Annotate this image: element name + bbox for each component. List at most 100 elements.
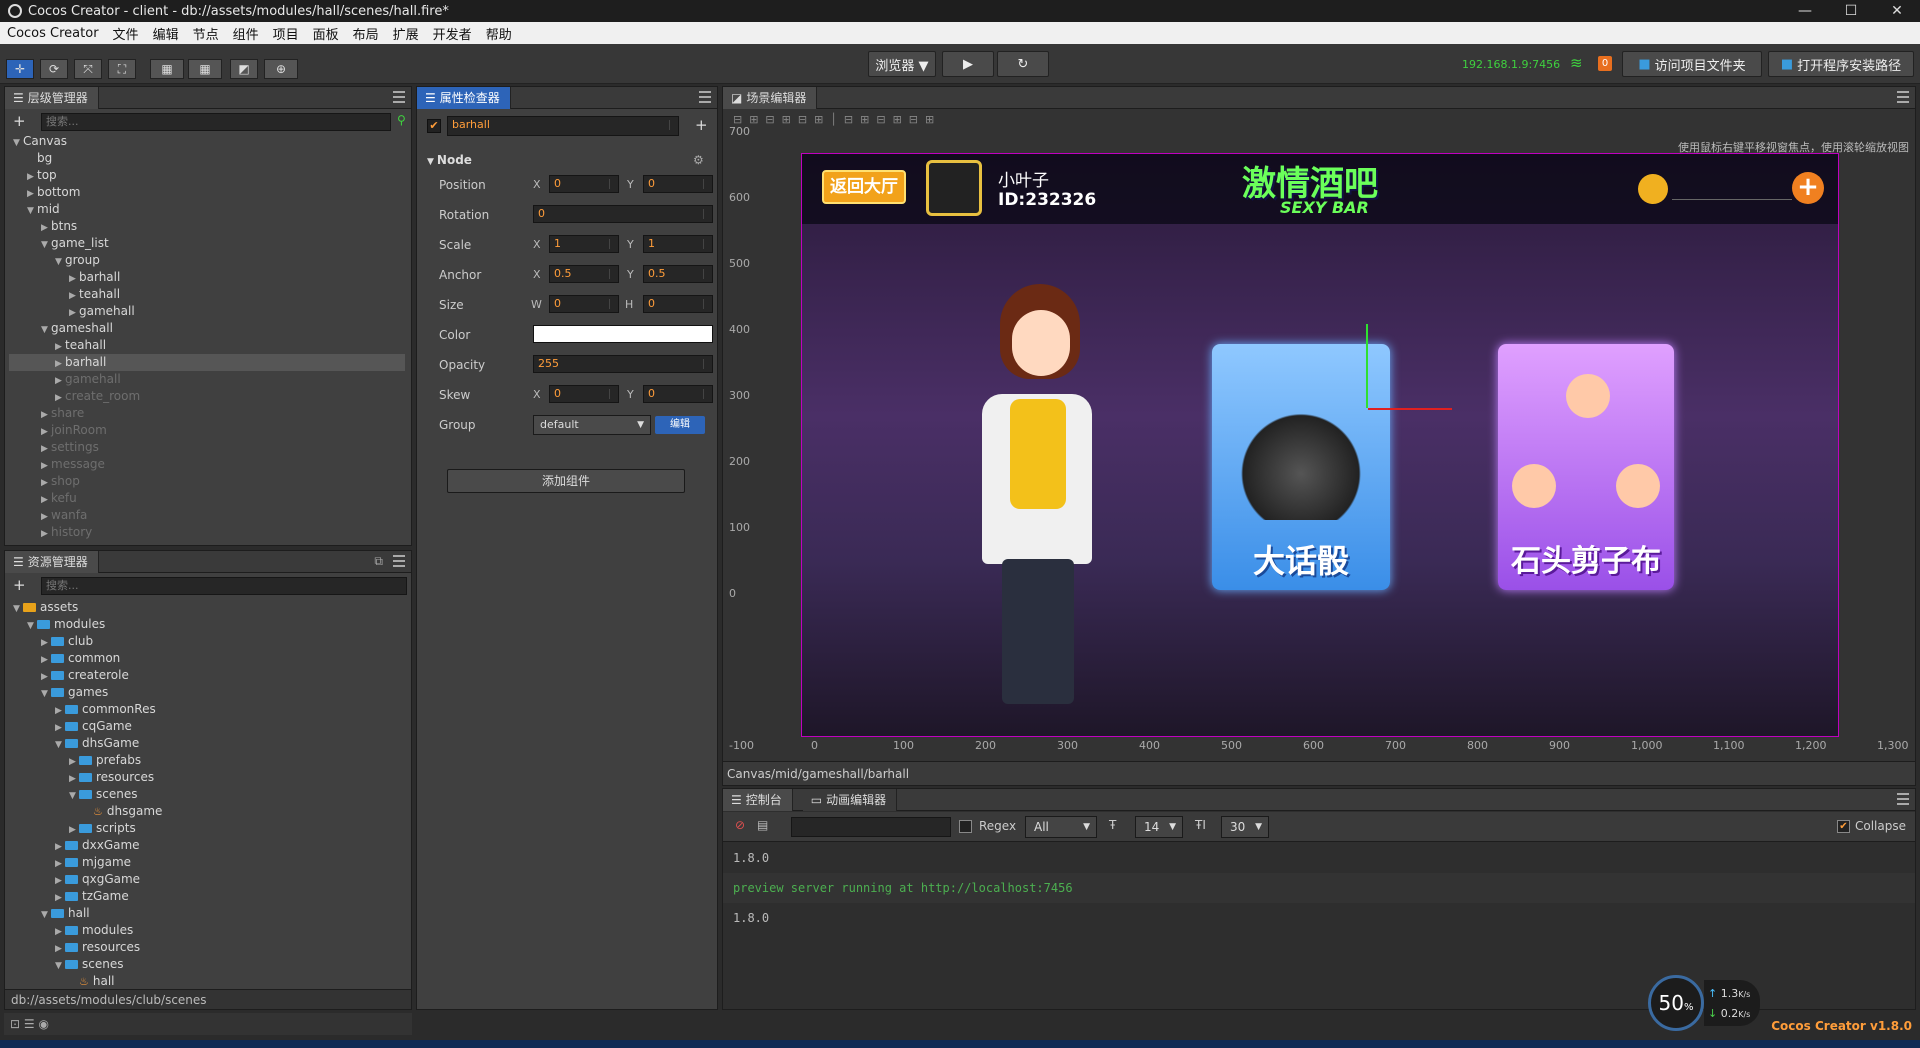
- align-tools[interactable]: ⊟⊞⊟⊞⊟⊞│⊟⊞⊟⊞⊟⊞: [733, 113, 941, 126]
- menu-item-layout[interactable]: 布局: [346, 24, 386, 43]
- tab-scene[interactable]: ◪ 场景编辑器: [723, 86, 818, 109]
- asset-item-row[interactable]: ▶ modules: [9, 922, 405, 939]
- asset-item-row[interactable]: ▼ modules: [9, 616, 405, 633]
- opacity-input[interactable]: 255: [533, 355, 713, 373]
- notice-badge[interactable]: 0: [1598, 56, 1612, 71]
- skew-y-input[interactable]: 0: [643, 385, 713, 403]
- hierarchy-node-row[interactable]: ▼ gameshall: [9, 320, 405, 337]
- avatar[interactable]: [926, 160, 982, 216]
- hierarchy-node-row[interactable]: ▶ teahall: [9, 337, 405, 354]
- node-section-header[interactable]: ▼ Node: [427, 153, 472, 167]
- cpu-gauge[interactable]: 50%: [1648, 975, 1704, 1031]
- gear-icon[interactable]: ⚙: [693, 153, 704, 167]
- hierarchy-node-row[interactable]: ▶ bottom: [9, 184, 405, 201]
- tab-animation[interactable]: ▭ 动画编辑器: [802, 788, 898, 811]
- asset-item-row[interactable]: ▼ dhsGame: [9, 735, 405, 752]
- db-icon[interactable]: ☰: [24, 1017, 35, 1031]
- node-name-input[interactable]: barhall: [447, 116, 679, 136]
- scale-y-input[interactable]: 1: [643, 235, 713, 253]
- hierarchy-node-row[interactable]: ▼ game_list: [9, 235, 405, 252]
- menu-item-file[interactable]: 文件: [106, 24, 146, 43]
- asset-item-row[interactable]: ▶ club: [9, 633, 405, 650]
- back-hall-button[interactable]: 返回大厅: [822, 170, 906, 204]
- open-log-icon[interactable]: ▤: [757, 818, 768, 832]
- locate-icon[interactable]: ⚲: [397, 113, 406, 127]
- size-w-input[interactable]: 0: [549, 295, 619, 313]
- local-toggle-button[interactable]: ▦: [188, 59, 222, 79]
- menu-item-help[interactable]: 帮助: [479, 24, 519, 43]
- asset-item-row[interactable]: ▶ dxxGame: [9, 837, 405, 854]
- asset-item-row[interactable]: ▼ scenes: [9, 786, 405, 803]
- hierarchy-node-row[interactable]: ▶ gamehall: [9, 303, 405, 320]
- hierarchy-node-row[interactable]: ▶ kefu: [9, 490, 405, 507]
- menu-item-project[interactable]: 项目: [266, 24, 306, 43]
- add-component-button[interactable]: 添加组件: [447, 469, 685, 493]
- menu-item-developer[interactable]: 开发者: [426, 24, 479, 43]
- asset-item-row[interactable]: ♨ hall: [9, 973, 405, 987]
- hierarchy-node-row[interactable]: ▶ message: [9, 456, 405, 473]
- asset-item-row[interactable]: ▶ prefabs: [9, 752, 405, 769]
- minimize-button[interactable]: —: [1782, 3, 1828, 19]
- hierarchy-node-row[interactable]: ▶ settings: [9, 439, 405, 456]
- gizmo-x-axis[interactable]: [1368, 408, 1452, 410]
- group-select[interactable]: default ▼: [533, 415, 651, 435]
- panel-menu-icon[interactable]: [699, 91, 711, 103]
- line-height-select[interactable]: 30 ▼: [1221, 816, 1269, 838]
- refresh-button[interactable]: ↻: [997, 51, 1049, 77]
- add-coin-button[interactable]: +: [1792, 172, 1824, 204]
- eye-icon[interactable]: ◉: [38, 1017, 48, 1031]
- tab-inspector[interactable]: ☰ 属性检查器: [417, 86, 511, 109]
- asset-item-row[interactable]: ▶ commonRes: [9, 701, 405, 718]
- tab-hierarchy[interactable]: ☰ 层级管理器: [5, 86, 99, 109]
- hierarchy-node-row[interactable]: ▶ barhall: [9, 269, 405, 286]
- asset-item-row[interactable]: ▶ qxgGame: [9, 871, 405, 888]
- assets-search-input[interactable]: 搜索...: [41, 577, 407, 595]
- group-edit-button[interactable]: 编辑: [655, 416, 705, 434]
- color-swatch[interactable]: [533, 325, 713, 343]
- menu-item-edit[interactable]: 编辑: [146, 24, 186, 43]
- hierarchy-node-row[interactable]: ▶ barhall: [9, 354, 405, 371]
- asset-item-row[interactable]: ▶ tzGame: [9, 888, 405, 905]
- gizmo-toggle-button[interactable]: ◩: [230, 59, 258, 79]
- hierarchy-search-input[interactable]: 搜索...: [41, 113, 391, 131]
- anchor-y-input[interactable]: 0.5: [643, 265, 713, 283]
- position-y-input[interactable]: 0: [643, 175, 713, 193]
- snap-toggle-button[interactable]: ⊕: [264, 59, 298, 79]
- console-filter-input[interactable]: [791, 817, 951, 837]
- play-button[interactable]: ▶: [942, 51, 994, 77]
- rect-tool-button[interactable]: ⛶: [108, 59, 136, 79]
- hierarchy-node-row[interactable]: ▶ wanfa: [9, 507, 405, 524]
- rotate-tool-button[interactable]: ⟳: [40, 59, 68, 79]
- panel-menu-icon[interactable]: [393, 555, 405, 567]
- hierarchy-node-row[interactable]: ▼ group: [9, 252, 405, 269]
- position-x-input[interactable]: 0: [549, 175, 619, 193]
- menu-item-node[interactable]: 节点: [186, 24, 226, 43]
- hierarchy-node-row[interactable]: bg: [9, 150, 405, 167]
- browser-select[interactable]: 浏览器 ▼: [868, 51, 936, 77]
- hierarchy-node-row[interactable]: ▶ shop: [9, 473, 405, 490]
- chevron-right-icon[interactable]: ▶: [41, 526, 51, 543]
- add-node-button[interactable]: +: [13, 112, 26, 130]
- font-size-select[interactable]: 14 ▼: [1135, 816, 1183, 838]
- asset-item-row[interactable]: ▶ resources: [9, 939, 405, 956]
- asset-item-row[interactable]: ▶ cqGame: [9, 718, 405, 735]
- anchor-x-input[interactable]: 0.5: [549, 265, 619, 283]
- menu-item-extension[interactable]: 扩展: [386, 24, 426, 43]
- menu-item-panel[interactable]: 面板: [306, 24, 346, 43]
- asset-item-row[interactable]: ▼ scenes: [9, 956, 405, 973]
- asset-item-row[interactable]: ▶ mjgame: [9, 854, 405, 871]
- scale-tool-button[interactable]: ⤧: [74, 59, 102, 79]
- menu-item-app[interactable]: Cocos Creator: [0, 26, 106, 41]
- asset-item-row[interactable]: ▼ assets: [9, 599, 405, 616]
- rotation-input[interactable]: 0: [533, 205, 713, 223]
- dice-game-card[interactable]: 大话骰: [1212, 344, 1390, 590]
- regex-checkbox[interactable]: [959, 820, 972, 833]
- hierarchy-node-row[interactable]: ▶ create_room: [9, 388, 405, 405]
- node-active-checkbox[interactable]: ✔: [427, 119, 441, 133]
- asset-item-row[interactable]: ▶ common: [9, 650, 405, 667]
- node-add-button[interactable]: +: [695, 116, 708, 134]
- asset-item-row[interactable]: ▼ hall: [9, 905, 405, 922]
- hierarchy-node-row[interactable]: ▼ mid: [9, 201, 405, 218]
- hierarchy-node-row[interactable]: ▶ share: [9, 405, 405, 422]
- tab-console[interactable]: ☰ 控制台: [723, 788, 793, 811]
